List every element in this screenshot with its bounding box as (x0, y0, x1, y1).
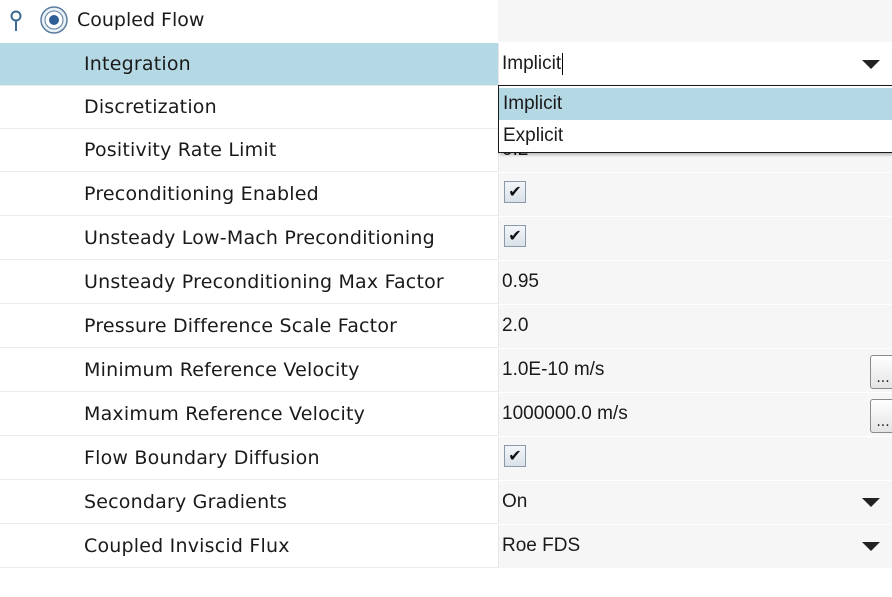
property-label: Pressure Difference Scale Factor (84, 315, 398, 337)
property-row-min-reference-velocity[interactable]: Minimum Reference Velocity 1.0E-10 m/s .… (0, 349, 892, 392)
header-value-cell (498, 0, 892, 42)
group-title: Coupled Flow (77, 9, 205, 31)
dropdown-option-explicit[interactable]: Explicit (499, 120, 892, 152)
integration-combobox[interactable]: Implicit (498, 43, 892, 86)
property-label: Coupled Inviscid Flux (84, 535, 290, 557)
property-label: Secondary Gradients (84, 491, 288, 513)
property-label: Unsteady Low-Mach Preconditioning (84, 227, 435, 249)
property-label: Maximum Reference Velocity (84, 403, 366, 425)
property-label: Integration (84, 53, 191, 75)
radio-node-icon (40, 6, 68, 34)
property-value[interactable]: On (502, 481, 527, 524)
chevron-down-icon[interactable] (862, 498, 880, 507)
property-value-cell[interactable]: 2.0 (498, 305, 892, 348)
property-value-cell: ✔ (498, 217, 892, 260)
property-value[interactable]: Roe FDS (502, 525, 580, 568)
property-value[interactable]: 1.0E-10 m/s (502, 349, 604, 392)
property-label: Minimum Reference Velocity (84, 359, 360, 381)
flow-boundary-diffusion-checkbox[interactable]: ✔ (504, 445, 526, 467)
property-label: Discretization (84, 96, 217, 118)
preconditioning-enabled-checkbox[interactable]: ✔ (504, 181, 526, 203)
text-caret (562, 52, 564, 75)
chevron-down-icon[interactable] (862, 60, 880, 69)
property-value-cell[interactable]: 1000000.0 m/s ... (498, 393, 892, 436)
property-label: Flow Boundary Diffusion (84, 447, 320, 469)
property-row-unsteady-low-mach[interactable]: Unsteady Low-Mach Preconditioning ✔ (0, 217, 892, 260)
coupled-inviscid-flux-dropdown[interactable]: Roe FDS (498, 525, 892, 568)
property-value-cell[interactable]: 0.95 (498, 261, 892, 304)
property-row-secondary-gradients[interactable]: Secondary Gradients On (0, 481, 892, 524)
property-value-cell: ✔ (498, 437, 892, 480)
property-row-preconditioning-enabled[interactable]: Preconditioning Enabled ✔ (0, 173, 892, 216)
property-row-max-reference-velocity[interactable]: Maximum Reference Velocity 1000000.0 m/s… (0, 393, 892, 436)
secondary-gradients-dropdown[interactable]: On (498, 481, 892, 524)
dropdown-option-implicit[interactable]: Implicit (499, 88, 892, 120)
ellipsis-button[interactable]: ... (870, 399, 892, 433)
property-row-flow-boundary-diffusion[interactable]: Flow Boundary Diffusion ✔ (0, 437, 892, 480)
property-row-max-factor[interactable]: Unsteady Preconditioning Max Factor 0.95 (0, 261, 892, 304)
chevron-down-icon[interactable] (862, 542, 880, 551)
property-value[interactable]: 1000000.0 m/s (502, 393, 628, 436)
property-row-coupled-inviscid-flux[interactable]: Coupled Inviscid Flux Roe FDS (0, 525, 892, 568)
property-value[interactable]: 0.95 (502, 261, 539, 304)
property-value[interactable]: 2.0 (502, 305, 528, 348)
property-label: Positivity Rate Limit (84, 139, 277, 161)
ellipsis-button[interactable]: ... (870, 355, 892, 389)
integration-dropdown-list: Implicit Explicit (498, 85, 892, 153)
unsteady-low-mach-checkbox[interactable]: ✔ (504, 225, 526, 247)
property-group-header: Coupled Flow (0, 0, 892, 42)
integration-value[interactable]: Implicit (502, 53, 561, 74)
pin-icon[interactable] (9, 10, 23, 32)
property-row-integration[interactable]: Integration Implicit (0, 43, 892, 86)
property-value-cell[interactable]: 1.0E-10 m/s ... (498, 349, 892, 392)
property-row-pressure-difference[interactable]: Pressure Difference Scale Factor 2.0 (0, 305, 892, 348)
property-label: Preconditioning Enabled (84, 183, 319, 205)
property-value-cell: ✔ (498, 173, 892, 216)
property-label: Unsteady Preconditioning Max Factor (84, 271, 444, 293)
